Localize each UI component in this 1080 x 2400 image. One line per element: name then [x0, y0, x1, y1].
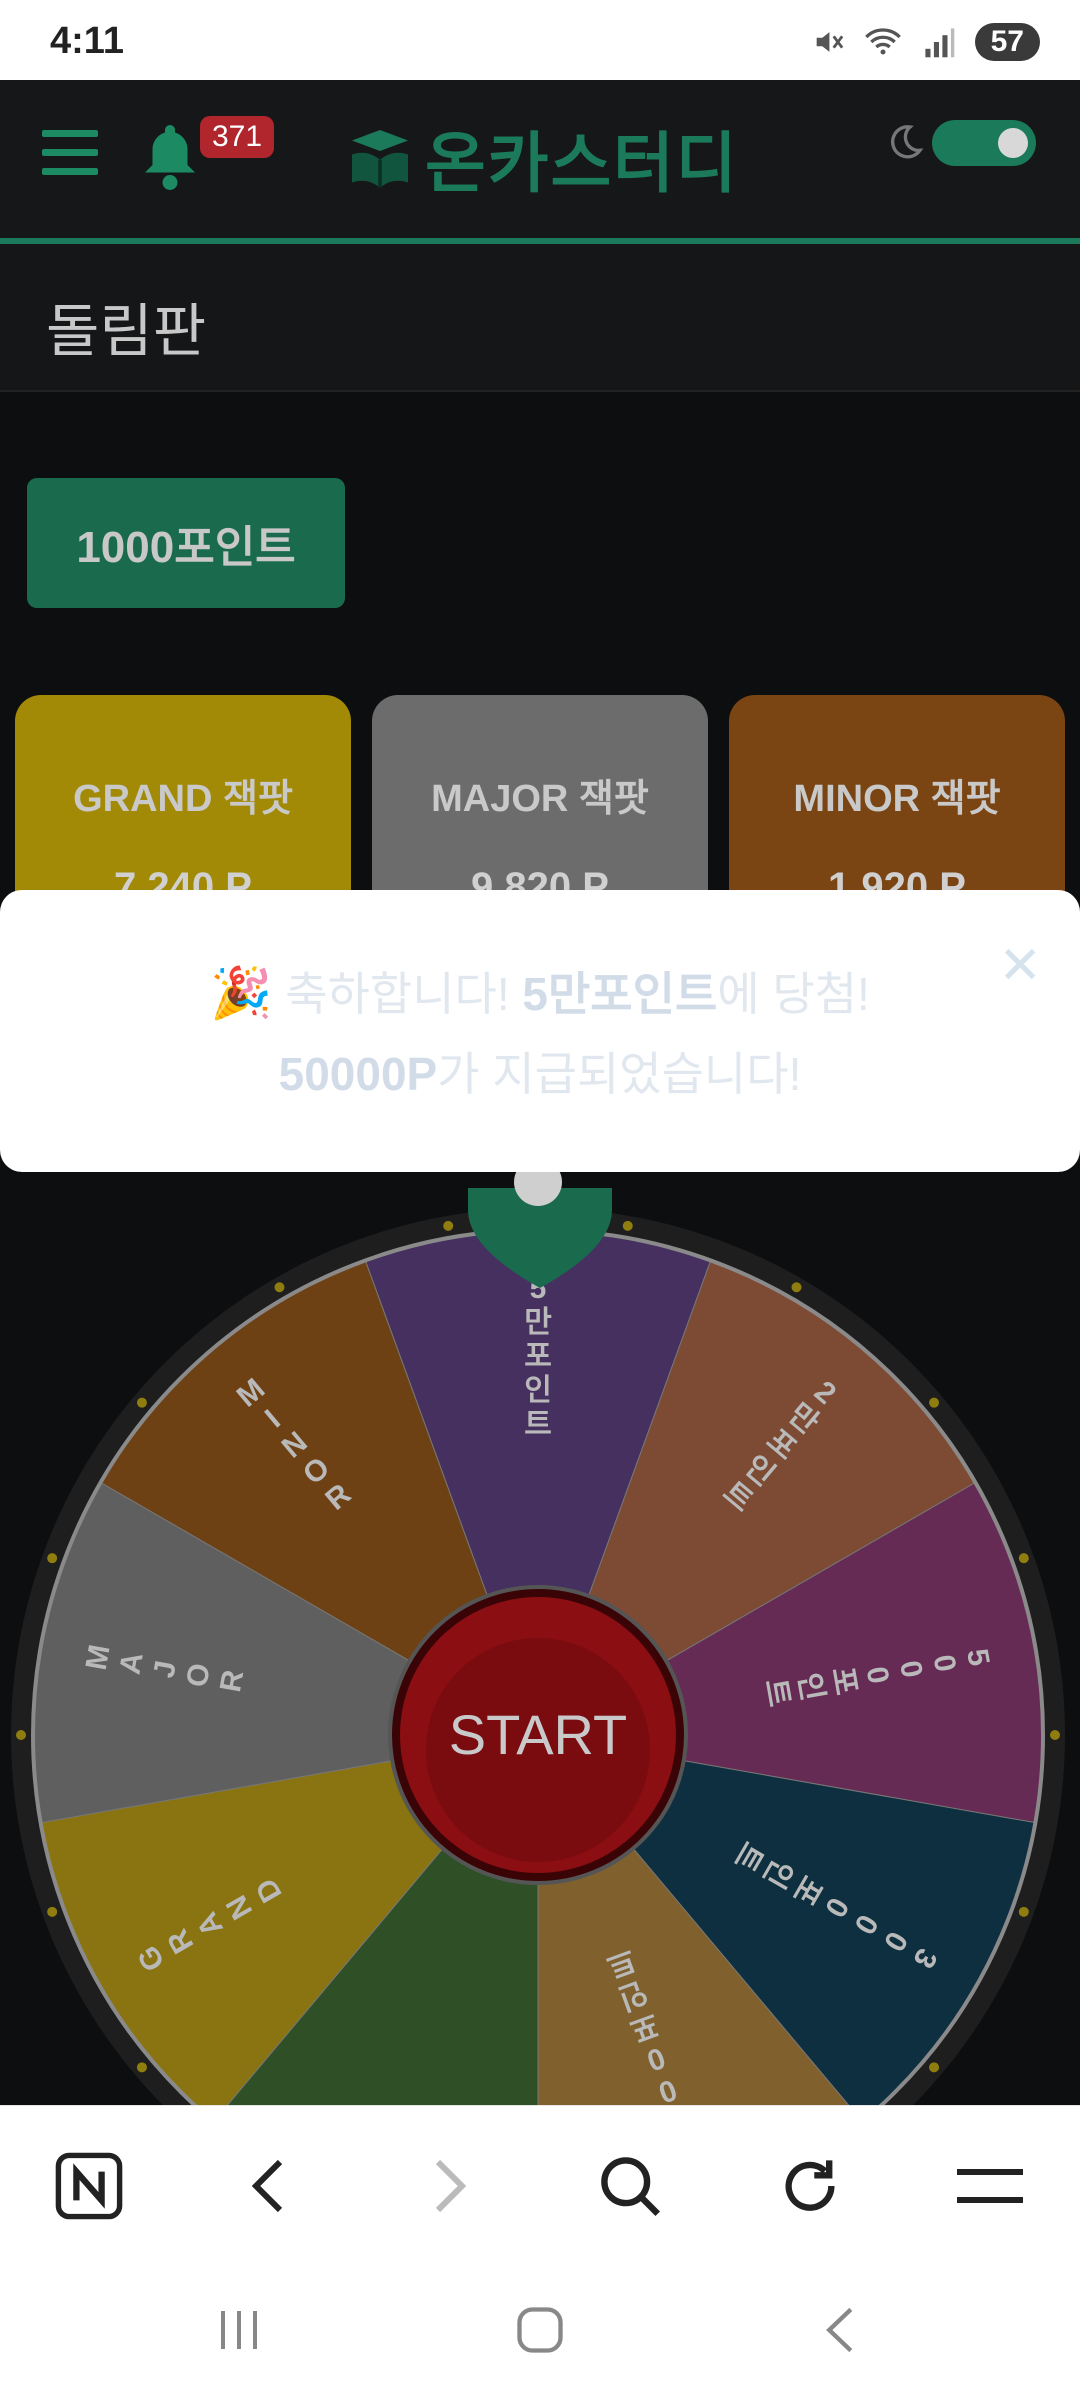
- recents-icon[interactable]: [205, 2295, 275, 2365]
- wheel-segment-label-char: 트: [758, 1676, 795, 1709]
- book-logo-icon: [352, 130, 408, 188]
- wheel-segment-label-char: 만: [524, 1306, 552, 1339]
- start-button[interactable]: START: [388, 1585, 688, 1885]
- page-title-bar: 돌림판: [0, 244, 1080, 392]
- rim-dot: [622, 1220, 633, 1231]
- home-icon[interactable]: [505, 2295, 575, 2365]
- jackpot-name: GRAND 잭팟: [73, 778, 293, 820]
- party-popper-icon: 🎉: [210, 965, 273, 1021]
- rim-dot: [274, 1282, 285, 1293]
- start-label: START: [449, 1703, 627, 1766]
- status-bar: 4:11 57: [0, 0, 1080, 80]
- jackpot-name: MAJOR 잭팟: [431, 778, 649, 820]
- status-time: 4:11: [50, 20, 124, 62]
- wheel-segment-label-char: 포: [825, 1665, 862, 1698]
- points-button[interactable]: 1000포인트: [27, 478, 345, 608]
- system-nav-bar: [0, 2255, 1080, 2400]
- reload-icon[interactable]: [770, 2146, 850, 2226]
- naver-n-icon[interactable]: [49, 2146, 129, 2226]
- rim-dot: [791, 1282, 802, 1293]
- rim-dot: [1018, 1553, 1029, 1564]
- jackpot-major-card: MAJOR 잭팟 9,820 P: [372, 695, 708, 895]
- back-icon[interactable]: [228, 2146, 308, 2226]
- jackpot-grand-card: GRAND 잭팟 7,240 P: [15, 695, 351, 895]
- site-header: 371 온카스터디: [0, 80, 1080, 244]
- search-icon[interactable]: [590, 2146, 670, 2226]
- rim-dot: [929, 2062, 940, 2073]
- popup-message-line1: 🎉 축하합니다! 5만포인트에 당첨!: [0, 958, 1080, 1024]
- rim-dot: [443, 1220, 454, 1231]
- system-back-icon[interactable]: [805, 2295, 875, 2365]
- mute-icon: [816, 32, 843, 52]
- browser-toolbar: [0, 2105, 1080, 2256]
- popup-message-line2: 50000P가 지급되었습니다!: [0, 1038, 1080, 1104]
- roulette-wheel: 5만포인트2만포인트5000포인트3000포인트1000포인트GRANDMAJO…: [11, 1160, 1065, 2105]
- popup-line2-suffix: 가 지급되었습니다!: [437, 1048, 802, 1100]
- jackpot-name: MINOR 잭팟: [793, 778, 1001, 820]
- notification-badge: 371: [200, 116, 275, 158]
- bell-icon[interactable]: [140, 120, 200, 190]
- toggle-knob: [998, 128, 1028, 158]
- popup-prize: 5만포인트: [522, 968, 718, 1020]
- rim-dot: [136, 1397, 147, 1408]
- rim-dot: [136, 2062, 147, 2073]
- jackpot-minor-card: MINOR 잭팟 1,920 P: [729, 695, 1065, 895]
- battery-indicator: 57: [974, 23, 1040, 61]
- wifi-icon: [864, 28, 901, 55]
- status-icons: 57: [811, 22, 1040, 62]
- menu-icon[interactable]: [950, 2146, 1030, 2226]
- popup-prefix: 축하합니다!: [285, 968, 523, 1020]
- win-popup: ✕ 🎉 축하합니다! 5만포인트에 당첨! 50000P가 지급되었습니다!: [0, 890, 1080, 1172]
- popup-suffix: 에 당첨!: [717, 968, 870, 1020]
- rim-dot: [1050, 1730, 1060, 1740]
- rim-dot: [47, 1553, 58, 1564]
- page-title: 돌림판: [46, 299, 207, 364]
- dark-mode-toggle[interactable]: [932, 120, 1036, 166]
- wheel-segment-label-char: 포: [524, 1340, 552, 1373]
- rim-dot: [47, 1906, 58, 1917]
- wheel-segment-label-char: 트: [524, 1408, 552, 1441]
- site-logo[interactable]: 온카스터디: [345, 118, 739, 200]
- moon-icon: [890, 125, 924, 159]
- wheel-segment-label-char: 인: [792, 1671, 829, 1704]
- signal-icon: [925, 28, 954, 58]
- menu-hamburger-icon[interactable]: [42, 130, 98, 176]
- rim-dot: [929, 1397, 940, 1408]
- popup-amount: 50000P: [278, 1048, 438, 1100]
- forward-icon[interactable]: [410, 2146, 490, 2226]
- rim-dot: [16, 1730, 26, 1740]
- wheel-segment-label-char: 인: [524, 1374, 552, 1407]
- logo-text: 온카스터디: [425, 126, 739, 200]
- rim-dot: [1018, 1906, 1029, 1917]
